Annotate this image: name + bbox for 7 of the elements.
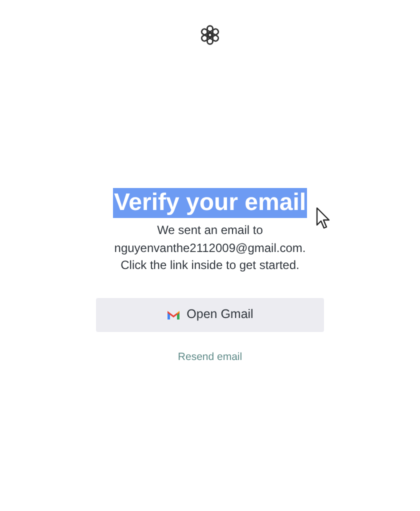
- page-title: Verify your email: [112, 188, 308, 218]
- logo-icon: [199, 24, 221, 46]
- instruction-text: We sent an email to nguyenvanthe2112009@gmail.com. Click the link inside to get started.: [114, 222, 306, 274]
- resend-email-link[interactable]: Resend email: [178, 350, 242, 366]
- open-gmail-button[interactable]: Open Gmail: [96, 298, 324, 332]
- cursor-icon: [316, 207, 331, 230]
- mail-icon: [166, 310, 180, 320]
